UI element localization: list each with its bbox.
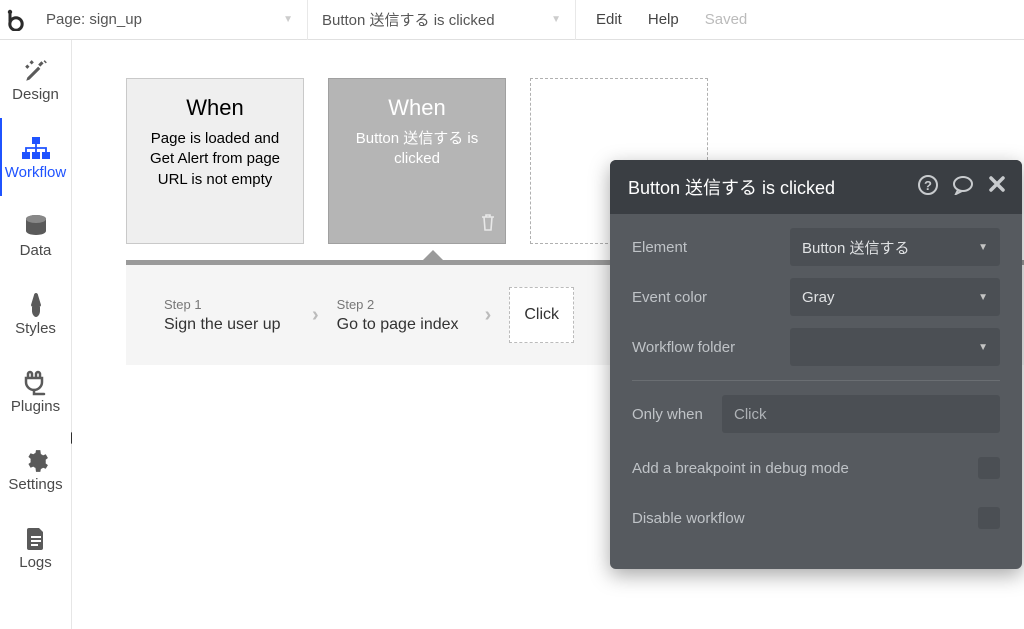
plugins-icon: [22, 368, 50, 398]
eventcolor-select[interactable]: Gray ▼: [790, 278, 1000, 316]
workflow-step-add[interactable]: Click: [509, 287, 574, 343]
disable-checkbox[interactable]: [978, 507, 1000, 529]
sidebar-item-styles[interactable]: Styles: [0, 274, 71, 352]
comment-icon[interactable]: [952, 175, 974, 200]
step-label: Step 1: [164, 297, 294, 312]
workflow-canvas: When Page is loaded and Get Alert from p…: [72, 40, 1024, 629]
field-label: Disable workflow: [632, 510, 745, 527]
row-breakpoint: Add a breakpoint in debug mode: [632, 443, 1000, 493]
styles-icon: [25, 290, 47, 320]
sidebar-label: Data: [20, 242, 52, 259]
event-desc: Page is loaded and Get Alert from page U…: [137, 129, 293, 190]
steps-pointer-icon: [422, 250, 444, 261]
select-value: Button 送信する: [802, 237, 910, 258]
event-desc: Button 送信する is clicked: [339, 129, 495, 170]
field-label: Only when: [632, 406, 722, 423]
panel-title: Button 送信する is clicked: [628, 174, 835, 200]
page-dropdown-label: Page: sign_up: [46, 11, 142, 28]
chevron-down-icon: ▼: [551, 14, 561, 25]
sidebar-label: Settings: [8, 476, 62, 493]
sidebar-item-plugins[interactable]: Plugins: [0, 352, 71, 430]
folder-select[interactable]: ▼: [790, 328, 1000, 366]
saved-status: Saved: [705, 11, 748, 28]
event-dropdown[interactable]: Button 送信する is clicked ▼: [308, 0, 576, 40]
sidebar-label: Logs: [19, 554, 52, 571]
step-label: Step 2: [337, 297, 467, 312]
panel-body: Element Button 送信する ▼ Event color Gray ▼…: [610, 214, 1022, 569]
row-folder: Workflow folder ▼: [632, 322, 1000, 372]
field-label: Add a breakpoint in debug mode: [632, 460, 849, 477]
sidebar-label: Styles: [15, 320, 56, 337]
step-text: Go to page index: [337, 316, 467, 334]
help-menu[interactable]: Help: [648, 11, 679, 28]
logs-icon: [25, 524, 47, 554]
sidebar-item-logs[interactable]: Logs: [0, 508, 71, 586]
onlywhen-input[interactable]: Click: [722, 395, 1000, 433]
event-card-selected[interactable]: When Button 送信する is clicked: [328, 78, 506, 244]
app-logo: [0, 9, 32, 31]
panel-header-icons: ?: [918, 175, 1006, 200]
input-placeholder: Click: [734, 406, 767, 423]
design-icon: [23, 56, 49, 86]
field-label: Element: [632, 239, 790, 256]
chevron-down-icon: ▼: [978, 292, 988, 303]
chevron-down-icon: ▼: [978, 242, 988, 253]
row-eventcolor: Event color Gray ▼: [632, 272, 1000, 322]
workflow-icon: [21, 134, 51, 164]
workflow-step[interactable]: Step 2 Go to page index: [337, 297, 467, 334]
row-element: Element Button 送信する ▼: [632, 222, 1000, 272]
arrow-right-icon: ›: [485, 304, 492, 327]
event-when: When: [339, 95, 495, 121]
sidebar-label: Design: [12, 86, 59, 103]
field-label: Workflow folder: [632, 339, 790, 356]
sidebar-label: Plugins: [11, 398, 60, 415]
breakpoint-checkbox[interactable]: [978, 457, 1000, 479]
sidebar-item-workflow[interactable]: Workflow: [0, 118, 71, 196]
gear-icon: [23, 446, 49, 476]
sidebar: Design Workflow Data Styles Plugins Sett…: [0, 40, 72, 629]
properties-panel: Button 送信する is clicked ? Element Button …: [610, 160, 1022, 569]
workflow-step[interactable]: Step 1 Sign the user up: [164, 297, 294, 334]
event-dropdown-label: Button 送信する is clicked: [322, 9, 495, 30]
help-icon[interactable]: ?: [918, 175, 938, 200]
step-add-label: Click: [524, 306, 559, 323]
sidebar-label: Workflow: [5, 164, 66, 181]
svg-text:?: ?: [924, 178, 932, 193]
page-dropdown[interactable]: Page: sign_up ▼: [32, 0, 308, 40]
chevron-down-icon: ▼: [283, 14, 293, 25]
sidebar-item-design[interactable]: Design: [0, 40, 71, 118]
arrow-right-icon: ›: [312, 304, 319, 327]
event-card[interactable]: When Page is loaded and Get Alert from p…: [126, 78, 304, 244]
row-onlywhen: Only when Click: [632, 380, 1000, 433]
sidebar-item-settings[interactable]: Settings: [0, 430, 71, 508]
topbar: Page: sign_up ▼ Button 送信する is clicked ▼…: [0, 0, 1024, 40]
element-select[interactable]: Button 送信する ▼: [790, 228, 1000, 266]
chevron-down-icon: ▼: [978, 342, 988, 353]
data-icon: [24, 212, 48, 242]
event-when: When: [137, 95, 293, 121]
close-icon[interactable]: [988, 175, 1006, 200]
step-text: Sign the user up: [164, 316, 294, 334]
select-value: Gray: [802, 289, 835, 306]
edit-menu[interactable]: Edit: [596, 11, 622, 28]
panel-header[interactable]: Button 送信する is clicked ?: [610, 160, 1022, 214]
sidebar-item-data[interactable]: Data: [0, 196, 71, 274]
field-label: Event color: [632, 289, 790, 306]
trash-icon[interactable]: [479, 212, 497, 237]
row-disable: Disable workflow: [632, 493, 1000, 543]
topbar-menu: Edit Help Saved: [576, 11, 747, 28]
